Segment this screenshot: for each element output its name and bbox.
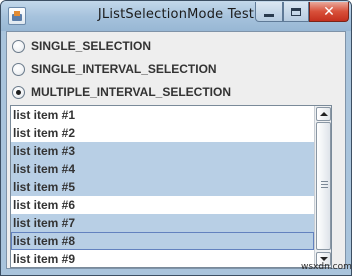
list-item[interactable]: list item #8 bbox=[11, 232, 314, 250]
list-item[interactable]: list item #7 bbox=[11, 214, 314, 232]
radio-single-selection[interactable]: SINGLE_SELECTION bbox=[12, 35, 151, 57]
list-item[interactable]: list item #9 bbox=[11, 250, 314, 268]
minimize-button[interactable] bbox=[255, 2, 283, 22]
close-icon: ✕ bbox=[323, 3, 335, 20]
radio-single-interval-selection[interactable]: SINGLE_INTERVAL_SELECTION bbox=[12, 58, 217, 80]
maximize-icon bbox=[291, 7, 301, 16]
title-bar[interactable]: JListSelectionMode Test ✕ bbox=[1, 1, 351, 31]
list-item[interactable]: list item #3 bbox=[11, 142, 314, 160]
chevron-up-icon bbox=[319, 112, 328, 116]
radio-button[interactable] bbox=[12, 62, 25, 76]
grip-line bbox=[321, 184, 328, 185]
chevron-down-icon bbox=[319, 257, 328, 261]
list-item[interactable]: list item #2 bbox=[11, 124, 314, 142]
list-item[interactable]: list item #5 bbox=[11, 178, 314, 196]
content-pane: SINGLE_SELECTION SINGLE_INTERVAL_SELECTI… bbox=[6, 31, 346, 269]
maximize-button[interactable] bbox=[283, 2, 309, 22]
radio-label: MULTIPLE_INTERVAL_SELECTION bbox=[31, 85, 232, 99]
radio-button[interactable] bbox=[12, 39, 25, 53]
watermark: wsxdn.com bbox=[301, 262, 352, 272]
radio-label: SINGLE_SELECTION bbox=[31, 39, 152, 53]
app-window: JListSelectionMode Test ✕ SINGLE_SELECTI… bbox=[0, 0, 352, 276]
grip-line bbox=[321, 181, 328, 182]
list-item[interactable]: list item #4 bbox=[11, 160, 314, 178]
scroll-thumb[interactable] bbox=[316, 122, 331, 250]
list-item[interactable]: list item #1 bbox=[11, 106, 314, 124]
close-button[interactable]: ✕ bbox=[309, 2, 349, 22]
radio-multiple-interval-selection[interactable]: MULTIPLE_INTERVAL_SELECTION bbox=[12, 81, 231, 103]
minimize-icon bbox=[264, 13, 274, 17]
item-list[interactable]: list item #1 list item #2 list item #3 l… bbox=[10, 105, 332, 268]
radio-label: SINGLE_INTERVAL_SELECTION bbox=[31, 62, 217, 76]
radio-button[interactable] bbox=[12, 85, 25, 99]
vertical-scrollbar[interactable] bbox=[314, 106, 331, 267]
scroll-up-button[interactable] bbox=[316, 107, 331, 121]
list-item[interactable]: list item #6 bbox=[11, 196, 314, 214]
grip-line bbox=[321, 187, 328, 188]
